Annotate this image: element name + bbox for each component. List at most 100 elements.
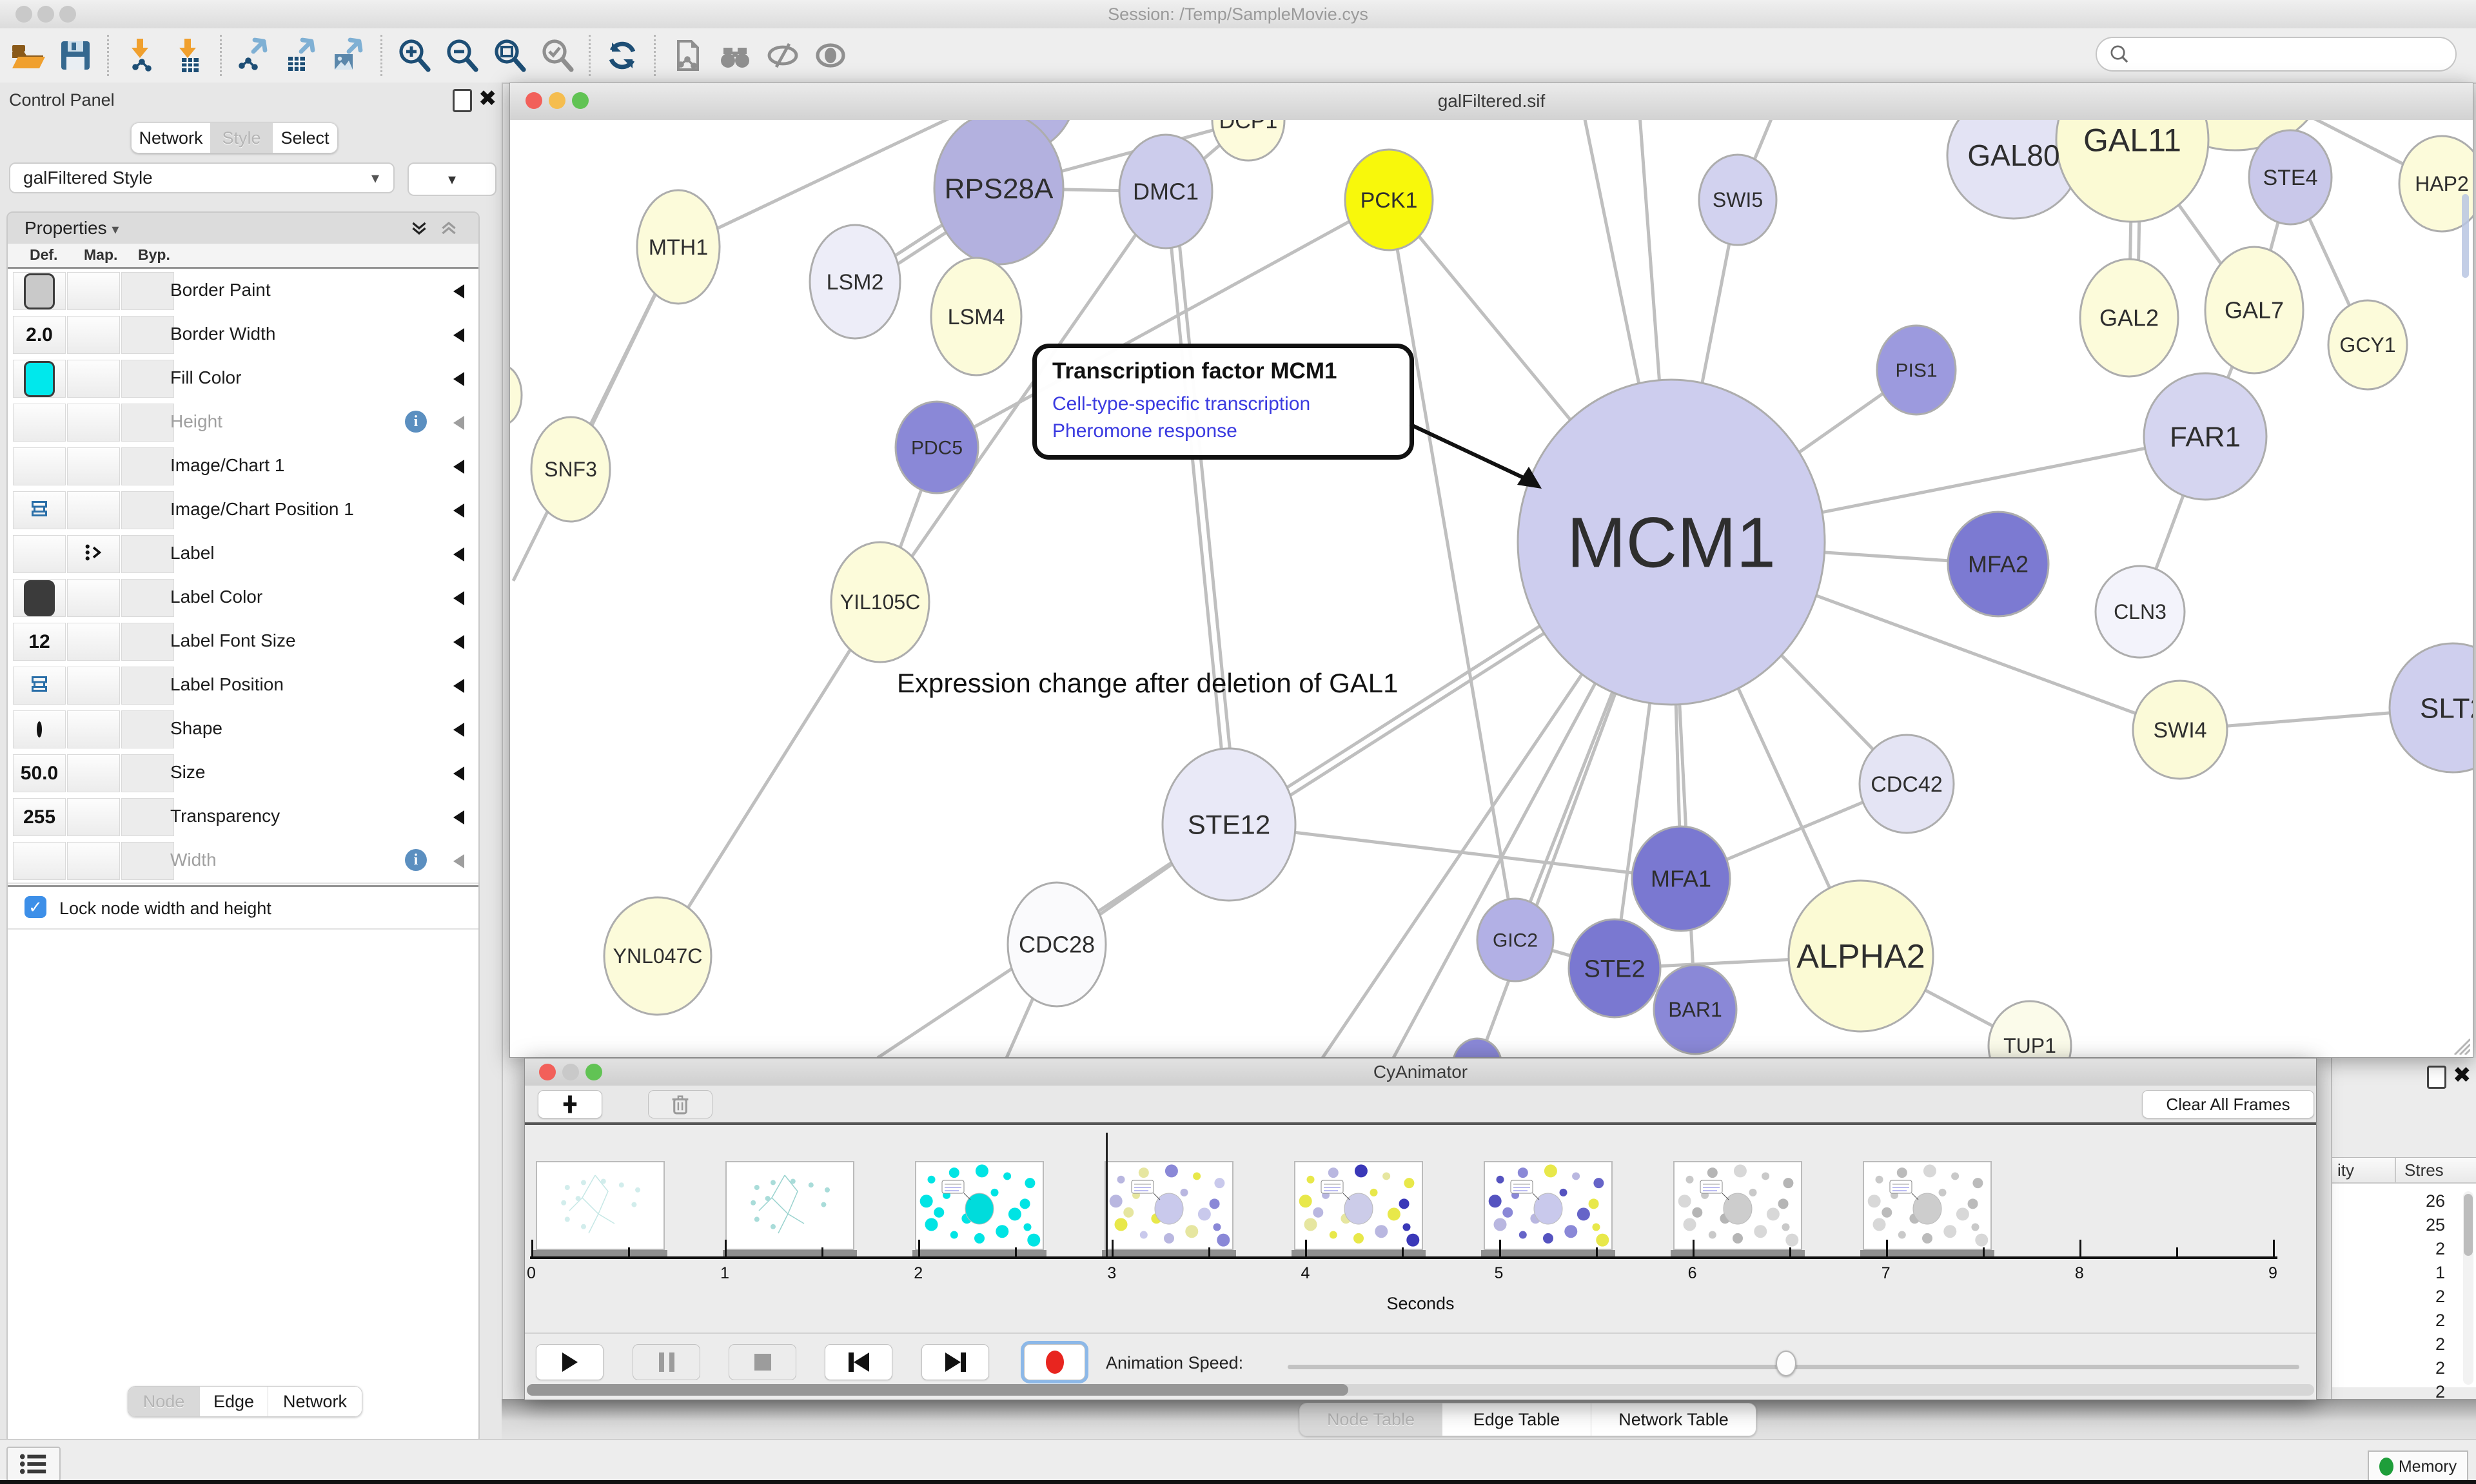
table-cell-value[interactable]: 2 [2368,1358,2445,1378]
property-row-image-chart-1[interactable]: Image/Chart 1 [8,444,478,489]
hide-selected-icon[interactable] [763,35,803,75]
column-divider[interactable] [2395,1158,2396,1182]
frame-7-thumbnail[interactable] [1673,1161,1802,1250]
tab-style[interactable]: Style [211,123,273,153]
property-row-image-chart-position-1[interactable]: Image/Chart Position 1 [8,488,478,533]
frame-3-thumbnail[interactable] [915,1161,1044,1250]
default-value[interactable]: 255 [23,806,55,828]
frame-4-thumbnail[interactable] [1105,1161,1233,1250]
table-cell-value[interactable]: 2 [2368,1311,2445,1331]
cyanimator-titlebar[interactable]: CyAnimator [525,1059,2316,1086]
expand-property-icon[interactable] [453,854,464,868]
tab-node[interactable]: Node [128,1387,200,1416]
open-session-icon[interactable] [8,35,48,75]
table-cell-value[interactable]: 2 [2368,1239,2445,1259]
expand-property-icon[interactable] [453,591,464,605]
network-scrollbar-thumb[interactable] [2462,194,2469,278]
pause-button[interactable] [633,1344,700,1380]
property-row-border-width[interactable]: 2.0Border Width [8,313,478,358]
network-edge[interactable] [1229,825,1681,879]
expand-property-icon[interactable] [453,460,464,474]
property-row-size[interactable]: 50.0Size [8,751,478,796]
tab-edge-table[interactable]: Edge Table [1442,1403,1591,1436]
show-all-icon[interactable] [811,35,850,75]
property-row-fill-color[interactable]: Fill Color [8,356,478,402]
record-button[interactable] [1024,1344,1085,1380]
table-cell-value[interactable]: 25 [2368,1215,2445,1235]
network-edge[interactable] [658,602,880,956]
table-cell-value[interactable]: 1 [2368,1263,2445,1283]
export-image-icon[interactable] [329,35,369,75]
expand-property-icon[interactable] [453,547,464,561]
save-session-icon[interactable] [55,35,95,75]
default-value-swatch[interactable] [24,580,55,616]
export-table-icon[interactable] [281,35,321,75]
skip-to-end-button[interactable] [921,1344,989,1380]
float-panel-icon[interactable] [453,89,472,112]
skip-to-start-button[interactable] [825,1344,892,1380]
property-row-shape[interactable]: Shape [8,707,478,752]
search-input[interactable] [2137,44,2455,65]
zoom-out-icon[interactable] [442,35,482,75]
expand-property-icon[interactable] [453,635,464,649]
zoom-fit-icon[interactable] [489,35,529,75]
network-edge[interactable] [1389,200,1515,940]
expand-property-icon[interactable] [453,503,464,518]
property-row-label-position[interactable]: Label Position [8,663,478,708]
annotation-box[interactable]: Transcription factor MCM1 Cell-type-spec… [1032,344,1414,460]
export-network-icon[interactable] [233,35,273,75]
default-value-swatch[interactable] [24,361,55,397]
expand-property-icon[interactable] [453,679,464,693]
position-icon[interactable] [30,499,49,522]
panel-list-button[interactable] [6,1447,61,1481]
float-panel-icon[interactable] [2427,1066,2446,1089]
add-frame-button[interactable] [538,1090,602,1118]
expand-property-icon[interactable] [453,328,464,342]
tab-node-table[interactable]: Node Table [1300,1403,1442,1436]
clear-all-frames-button[interactable]: Clear All Frames [2142,1090,2314,1118]
tab-network[interactable]: Network [268,1387,362,1416]
property-row-label-font-size[interactable]: 12Label Font Size [8,620,478,665]
search-field[interactable] [2096,37,2457,72]
stop-button[interactable] [729,1344,796,1380]
close-panel-icon[interactable]: ✖ [2453,1066,2471,1085]
expand-property-icon[interactable] [453,723,464,737]
tab-select[interactable]: Select [273,123,337,153]
close-panel-icon[interactable]: ✖ [478,89,497,108]
zoom-in-icon[interactable] [394,35,434,75]
default-value[interactable]: 50.0 [21,763,58,785]
animation-speed-thumb[interactable] [1776,1351,1796,1376]
style-options-button[interactable]: ▾ [408,162,496,196]
animator-hscrollbar[interactable] [527,1384,2314,1396]
refresh-view-icon[interactable] [602,35,642,75]
delete-frame-button[interactable] [648,1090,712,1118]
default-value[interactable]: 2.0 [26,324,53,346]
expand-property-icon[interactable] [453,416,464,430]
mapping-icon[interactable] [83,542,104,567]
collapse-all-icon[interactable] [438,218,459,242]
network-canvas[interactable]: DCP1RPS28ADMC1PCK1SWI5MTH1LSM2LSM4GAL80G… [510,120,2473,1057]
frame-5-thumbnail[interactable] [1294,1161,1423,1250]
table-cell-value[interactable]: 2 [2368,1334,2445,1354]
property-row-label[interactable]: Label [8,532,478,577]
property-row-border-paint[interactable]: Border Paint [8,269,478,314]
timeline-playhead[interactable] [1106,1133,1108,1256]
frame-2-thumbnail[interactable] [725,1161,854,1250]
annotation-link[interactable]: Pheromone response [1052,418,1394,445]
expand-property-icon[interactable] [453,284,464,298]
animator-timeline[interactable]: 0123456789 Seconds [525,1125,2316,1333]
default-value-swatch[interactable] [24,273,55,309]
network-node-n_bot[interactable] [1453,1039,1502,1057]
frame-1-thumbnail[interactable] [536,1161,665,1250]
property-row-transparency[interactable]: 255Transparency [8,795,478,840]
network-edge[interactable] [1174,191,1237,824]
properties-header[interactable]: Properties ▾ [8,213,478,244]
style-dropdown[interactable]: galFiltered Style ▾ [9,162,395,193]
default-value[interactable]: 12 [28,631,50,653]
position-icon[interactable] [30,674,49,697]
network-edge[interactable] [513,247,678,581]
tab-edge[interactable]: Edge [200,1387,268,1416]
expand-property-icon[interactable] [453,810,464,825]
lock-checkbox[interactable]: ✓ [25,896,46,918]
ellipse-icon[interactable] [37,724,42,736]
